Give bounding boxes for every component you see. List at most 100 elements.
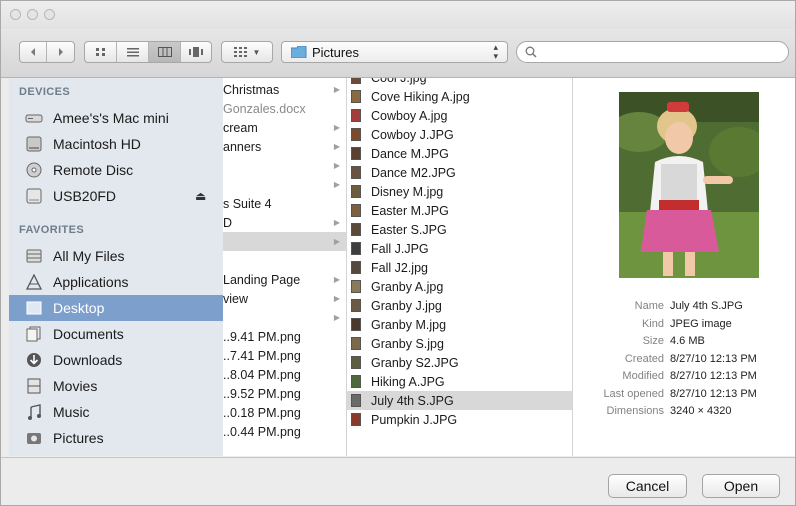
list-item[interactable]: ..9.41 PM.png [223, 327, 346, 346]
list-item[interactable]: Gonzales.docx [223, 99, 346, 118]
image-file-icon [351, 318, 361, 331]
photo-preview [619, 92, 759, 278]
list-view-button[interactable] [117, 42, 149, 62]
list-item[interactable] [223, 251, 346, 270]
file-item[interactable]: July 4th S.JPG [347, 391, 572, 410]
list-item-label: Landing Page [223, 272, 301, 287]
info-row: Modified 8/27/10 12:13 PM [573, 370, 795, 382]
file-item-label: July 4th S.JPG [371, 393, 454, 408]
search-input[interactable] [541, 44, 785, 62]
open-button[interactable]: Open [702, 474, 780, 498]
file-item[interactable]: Cool J.jpg [347, 78, 572, 87]
close-window-button[interactable] [10, 9, 21, 20]
minimize-window-button[interactable] [27, 9, 38, 20]
hard-drive-icon [25, 136, 43, 152]
list-item[interactable]: anners ▶ [223, 137, 346, 156]
list-item[interactable]: Christmas ▶ [223, 80, 346, 99]
list-item-label: cream [223, 120, 258, 135]
file-item-label: Cowboy J.JPG [371, 127, 454, 142]
file-item[interactable]: Granby S.jpg [347, 334, 572, 353]
sidebar-item-downloads[interactable]: Downloads [9, 347, 223, 373]
image-file-icon [351, 261, 361, 274]
sidebar-item-label: Downloads [53, 352, 123, 368]
sidebar-item-applications[interactable]: Applications [9, 269, 223, 295]
file-item[interactable]: Cove Hiking A.jpg [347, 87, 572, 106]
back-button[interactable] [20, 42, 47, 62]
sidebar-item-label: Amee's's Mac mini [53, 110, 169, 126]
list-item[interactable]: ..7.41 PM.png [223, 346, 346, 365]
pictures-icon [25, 430, 43, 446]
file-item[interactable]: Cowboy J.JPG [347, 125, 572, 144]
image-file-icon [351, 394, 361, 407]
downloads-icon [25, 352, 43, 368]
file-item[interactable]: Easter M.JPG [347, 201, 572, 220]
sidebar-item-mac-mini[interactable]: Amee's's Mac mini [9, 105, 223, 131]
sidebar-item-label: Macintosh HD [53, 136, 141, 152]
sidebar-item-movies[interactable]: Movies [9, 373, 223, 399]
file-item[interactable]: Disney M.jpg [347, 182, 572, 201]
browser-column-2: Cool J.jpg Cove Hiking A.jpg Cowboy A.jpg C… [347, 78, 573, 456]
sidebar-item-desktop[interactable]: Desktop [9, 295, 223, 321]
file-item-label: Easter S.JPG [371, 222, 447, 237]
file-item[interactable]: Dance M.JPG [347, 144, 572, 163]
arrange-button[interactable]: ▼ [221, 41, 273, 63]
file-item[interactable]: Granby M.jpg [347, 315, 572, 334]
list-item[interactable]: cream ▶ [223, 118, 346, 137]
sidebar-item-usb20fd[interactable]: USB20FD ⏏ [9, 183, 223, 209]
file-item-label: Easter M.JPG [371, 203, 449, 218]
sidebar-item-music[interactable]: Music [9, 399, 223, 425]
file-item[interactable]: Easter S.JPG [347, 220, 572, 239]
list-item[interactable]: s Suite 4 [223, 194, 346, 213]
file-item[interactable]: Granby S2.JPG [347, 353, 572, 372]
list-item[interactable]: D ▶ [223, 213, 346, 232]
list-view-icon [126, 48, 139, 57]
file-item[interactable]: Cowboy A.jpg [347, 106, 572, 125]
list-item-label: ..0.44 PM.png [223, 424, 301, 439]
list-item[interactable]: ▶ [223, 156, 346, 175]
list-item[interactable]: ▶ [223, 175, 346, 194]
image-file-icon [351, 90, 361, 103]
info-key: Modified [622, 370, 664, 382]
column-view-icon [157, 47, 172, 57]
list-item[interactable]: ▶ [223, 308, 346, 327]
file-item-label: Hiking A.JPG [371, 374, 445, 389]
sidebar-item-remote-disc[interactable]: Remote Disc [9, 157, 223, 183]
file-item[interactable]: Hiking A.JPG [347, 372, 572, 391]
sidebar-item-all-my-files[interactable]: All My Files [9, 243, 223, 269]
list-item-label: ..9.41 PM.png [223, 329, 301, 344]
devices-header: DEVICES [19, 86, 71, 98]
forward-button[interactable] [47, 42, 74, 62]
file-item-label: Cowboy A.jpg [371, 108, 448, 123]
sidebar-item-label: Desktop [53, 300, 105, 316]
zoom-window-button[interactable] [44, 9, 55, 20]
file-item[interactable]: Granby J.jpg [347, 296, 572, 315]
file-item[interactable]: Fall J2.jpg [347, 258, 572, 277]
file-item[interactable]: Granby A.jpg [347, 277, 572, 296]
list-item[interactable]: ..8.04 PM.png [223, 365, 346, 384]
info-key: Dimensions [606, 405, 664, 417]
dialog-footer: Cancel Open [1, 457, 795, 505]
list-item[interactable]: ..0.18 PM.png [223, 403, 346, 422]
sidebar-item-documents[interactable]: Documents [9, 321, 223, 347]
cover-flow-button[interactable] [181, 42, 211, 62]
location-popup[interactable]: Pictures ▴ ▾ [281, 41, 508, 63]
list-item[interactable]: view ▶ [223, 289, 346, 308]
file-item[interactable]: Fall J.JPG [347, 239, 572, 258]
search-field[interactable] [516, 41, 789, 63]
info-value: JPEG image [670, 317, 732, 330]
column-view-button[interactable] [149, 42, 181, 62]
list-item-label: ..8.04 PM.png [223, 367, 301, 382]
chevron-left-icon [31, 48, 35, 56]
list-item[interactable]: ..9.52 PM.png [223, 384, 346, 403]
sidebar-item-macintosh-hd[interactable]: Macintosh HD [9, 131, 223, 157]
sidebar-item-pictures[interactable]: Pictures [9, 425, 223, 451]
file-item-label: Disney M.jpg [371, 184, 444, 199]
list-item[interactable]: ▶ [223, 232, 346, 251]
eject-icon[interactable]: ⏏ [195, 189, 206, 203]
list-item[interactable]: ..0.44 PM.png [223, 422, 346, 441]
cancel-button[interactable]: Cancel [608, 474, 687, 498]
icon-view-button[interactable] [85, 42, 117, 62]
file-item[interactable]: Pumpkin J.JPG [347, 410, 572, 429]
file-item[interactable]: Dance M2.JPG [347, 163, 572, 182]
list-item[interactable]: Landing Page ▶ [223, 270, 346, 289]
